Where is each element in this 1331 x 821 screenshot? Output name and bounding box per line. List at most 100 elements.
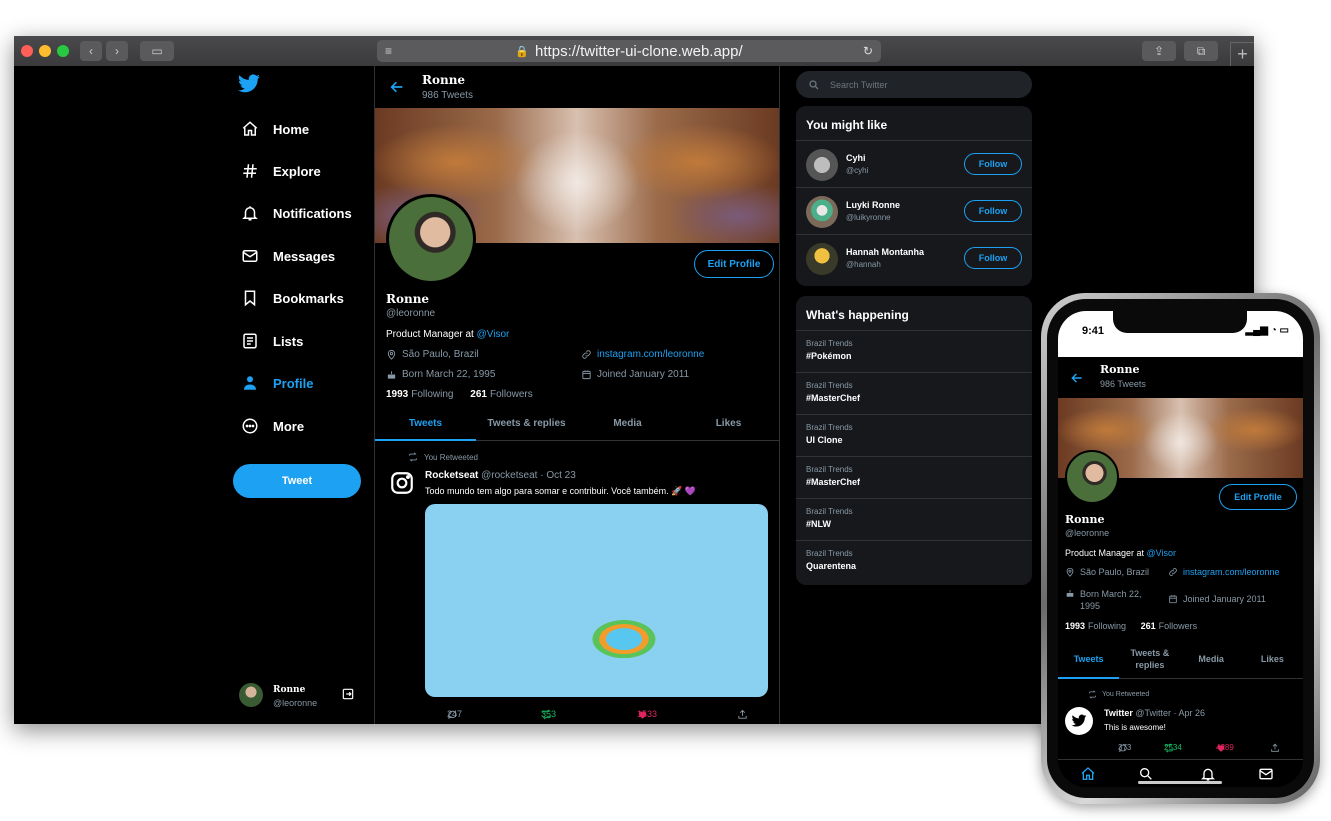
mobile-profile-tabs: Tweets Tweets & replies Media Likes: [1058, 639, 1303, 679]
profile-website[interactable]: instagram.com/leoronne: [581, 349, 704, 360]
close-window-button[interactable]: [21, 45, 33, 57]
tab-tweets-replies[interactable]: Tweets & replies: [1119, 639, 1180, 678]
nav-bookmarks[interactable]: Bookmarks: [241, 284, 344, 312]
suggestion-item[interactable]: Hannah Montanha @hannah Follow: [796, 235, 1032, 282]
trend-item[interactable]: Brazil Trends #MasterChef: [796, 457, 1032, 499]
search-icon[interactable]: [1138, 766, 1154, 782]
like-button[interactable]: 4289: [1216, 743, 1234, 753]
followers-label[interactable]: Followers: [490, 389, 533, 400]
suggestion-item[interactable]: Cyhi @cyhi Follow: [796, 141, 1032, 188]
profile-handle: @leoronne: [386, 308, 436, 319]
like-button[interactable]: 1533: [637, 709, 657, 720]
mail-icon[interactable]: [1258, 766, 1274, 782]
back-nav-icon[interactable]: ‹: [80, 41, 102, 61]
suggestion-item[interactable]: Luyki Ronne @luikyronne Follow: [796, 188, 1032, 235]
following-count[interactable]: 1993: [1065, 621, 1085, 631]
nav-home[interactable]: Home: [241, 115, 309, 143]
share-button[interactable]: [737, 709, 753, 720]
nav-more[interactable]: More: [241, 412, 304, 440]
reader-icon[interactable]: ≡: [385, 44, 392, 58]
reload-icon[interactable]: ↻: [863, 44, 873, 58]
website-link[interactable]: instagram.com/leoronne: [1183, 567, 1280, 577]
following-count[interactable]: 1993: [386, 389, 408, 400]
share-icon[interactable]: ⇪: [1142, 41, 1176, 61]
retweet-button[interactable]: 2534: [1164, 743, 1182, 753]
address-bar[interactable]: ≡ 🔒 https://twitter-ui-clone.web.app/ ↻: [377, 40, 881, 62]
maximize-window-button[interactable]: [57, 45, 69, 57]
birthday-text: Born March 22, 1995: [402, 369, 496, 380]
tweet-image[interactable]: [425, 504, 768, 697]
bio-link[interactable]: @Visor: [477, 329, 510, 340]
trend-item[interactable]: Brazil Trends #MasterChef: [796, 373, 1032, 415]
forward-nav-icon[interactable]: ›: [106, 41, 128, 61]
bio-link[interactable]: @Visor: [1147, 548, 1176, 558]
tab-likes[interactable]: Likes: [678, 407, 779, 440]
tweet-button[interactable]: Tweet: [233, 464, 361, 498]
twitter-avatar[interactable]: [1065, 707, 1093, 735]
reply-button[interactable]: 373: [1118, 743, 1132, 753]
account-handle: @leoronne: [273, 698, 318, 708]
tabs-overview-icon[interactable]: ⧉: [1184, 41, 1218, 61]
tweet-header: Rocketseat @rocketseat · Oct 23: [425, 470, 576, 481]
tab-media[interactable]: Media: [577, 407, 678, 440]
mobile-edit-profile-button[interactable]: Edit Profile: [1219, 484, 1297, 510]
suggestion-name: Cyhi: [846, 153, 866, 163]
suggestion-name: Hannah Montanha: [846, 247, 924, 257]
mobile-profile-avatar[interactable]: [1065, 450, 1119, 504]
new-tab-icon[interactable]: +: [1230, 42, 1254, 66]
trend-item[interactable]: Brazil Trends #Pokémon: [796, 331, 1032, 373]
twitter-logo-icon[interactable]: [237, 72, 261, 96]
sidebar-toggle-icon[interactable]: ▭: [140, 41, 174, 61]
trend-item[interactable]: Brazil Trends #NLW: [796, 499, 1032, 541]
tweet-author[interactable]: Twitter: [1104, 708, 1133, 718]
following-label[interactable]: Following: [1088, 621, 1126, 631]
nav-messages[interactable]: Messages: [241, 242, 335, 270]
home-icon[interactable]: [1080, 766, 1096, 782]
tweet-date[interactable]: Apr 26: [1179, 708, 1206, 718]
following-label[interactable]: Following: [411, 389, 453, 400]
mobile-location: São Paulo, Brazil: [1065, 567, 1149, 577]
suggestion-name: Luyki Ronne: [846, 200, 901, 210]
logout-icon[interactable]: [341, 687, 355, 701]
account-switcher[interactable]: Ronne @leoronne: [239, 683, 359, 711]
home-indicator[interactable]: [1138, 781, 1222, 784]
tweet-handle[interactable]: @rocketseat: [481, 470, 537, 481]
nav-profile[interactable]: Profile: [241, 369, 313, 397]
nav-notifications[interactable]: Notifications: [241, 199, 352, 227]
tab-likes[interactable]: Likes: [1242, 639, 1303, 678]
mobile-website[interactable]: instagram.com/leoronne: [1168, 567, 1280, 577]
follow-button[interactable]: Follow: [964, 153, 1022, 175]
bell-icon[interactable]: [1200, 766, 1216, 782]
trend-category: Brazil Trends: [806, 423, 853, 432]
instagram-icon[interactable]: [389, 470, 415, 496]
tweet-handle[interactable]: @Twitter: [1135, 708, 1171, 718]
nav-explore[interactable]: Explore: [241, 157, 321, 185]
back-arrow-icon[interactable]: [389, 79, 405, 95]
search-input[interactable]: Search Twitter: [796, 71, 1032, 98]
reply-button[interactable]: 247: [447, 709, 463, 720]
nav-lists[interactable]: Lists: [241, 327, 303, 355]
website-link[interactable]: instagram.com/leoronne: [597, 349, 704, 360]
minimize-window-button[interactable]: [39, 45, 51, 57]
tweet-author[interactable]: Rocketseat: [425, 470, 478, 481]
trend-item[interactable]: Brazil Trends UI Clone: [796, 415, 1032, 457]
trend-item[interactable]: Brazil Trends Quarentena: [796, 541, 1032, 583]
tab-tweets[interactable]: Tweets: [1058, 639, 1120, 679]
tab-tweets-replies[interactable]: Tweets & replies: [476, 407, 577, 440]
header-profile-name: Ronne: [422, 73, 466, 87]
tab-tweets[interactable]: Tweets: [375, 407, 476, 441]
share-button[interactable]: [1270, 743, 1284, 753]
follow-button[interactable]: Follow: [964, 200, 1022, 222]
browser-titlebar: ‹ › ▭ ≡ 🔒 https://twitter-ui-clone.web.a…: [14, 36, 1254, 66]
retweet-button[interactable]: 353: [541, 709, 557, 720]
tab-media[interactable]: Media: [1181, 639, 1242, 678]
edit-profile-button[interactable]: Edit Profile: [694, 250, 774, 278]
followers-count[interactable]: 261: [1141, 621, 1156, 631]
followers-count[interactable]: 261: [470, 389, 487, 400]
follow-button[interactable]: Follow: [964, 247, 1022, 269]
back-arrow-icon[interactable]: [1070, 371, 1084, 385]
tweet-date[interactable]: Oct 23: [546, 470, 575, 481]
profile-avatar[interactable]: [386, 194, 476, 284]
followers-label[interactable]: Followers: [1159, 621, 1198, 631]
tweet-actions: 247 353 1533: [447, 709, 747, 721]
